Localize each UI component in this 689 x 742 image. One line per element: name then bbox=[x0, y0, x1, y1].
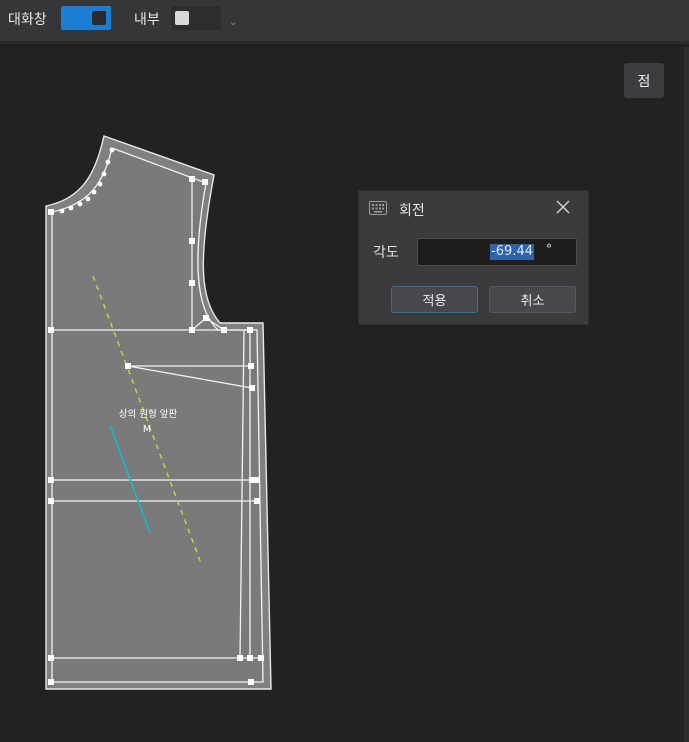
chevron-down-icon[interactable]: ⌄ bbox=[229, 17, 237, 28]
rotate-dialog: 회전 각도 -69.44 ° 적용 취소 bbox=[358, 190, 589, 325]
toggle-knob bbox=[92, 11, 106, 25]
keyboard-icon bbox=[369, 201, 387, 215]
right-scroll-rail[interactable] bbox=[684, 47, 689, 742]
pattern-size-label: M bbox=[143, 424, 151, 435]
pattern-drawing[interactable]: 상의 원형 앞판 M bbox=[0, 47, 684, 742]
angle-value[interactable]: -69.44 bbox=[490, 244, 534, 260]
toggle-knob bbox=[175, 11, 189, 25]
pattern-name-label: 상의 원형 앞판 bbox=[119, 408, 178, 420]
inner-toggle[interactable] bbox=[171, 6, 221, 30]
apply-button[interactable]: 적용 bbox=[391, 286, 478, 313]
pattern-canvas[interactable]: 상의 원형 앞판 M bbox=[0, 47, 684, 742]
cancel-button[interactable]: 취소 bbox=[489, 286, 576, 313]
angle-unit: ° bbox=[546, 242, 552, 256]
dialog-toggle[interactable] bbox=[61, 6, 111, 30]
angle-input[interactable]: -69.44 ° bbox=[417, 238, 577, 266]
point-button[interactable]: 점 bbox=[624, 63, 664, 98]
toolbar: 대화창 내부 ⌄ bbox=[0, 0, 689, 44]
dialog-title: 회전 bbox=[399, 203, 425, 219]
angle-label: 각도 bbox=[373, 245, 399, 261]
dialog-toggle-label: 대화창 bbox=[8, 12, 47, 28]
inner-toggle-label: 내부 bbox=[134, 12, 160, 28]
close-icon[interactable] bbox=[553, 197, 573, 217]
